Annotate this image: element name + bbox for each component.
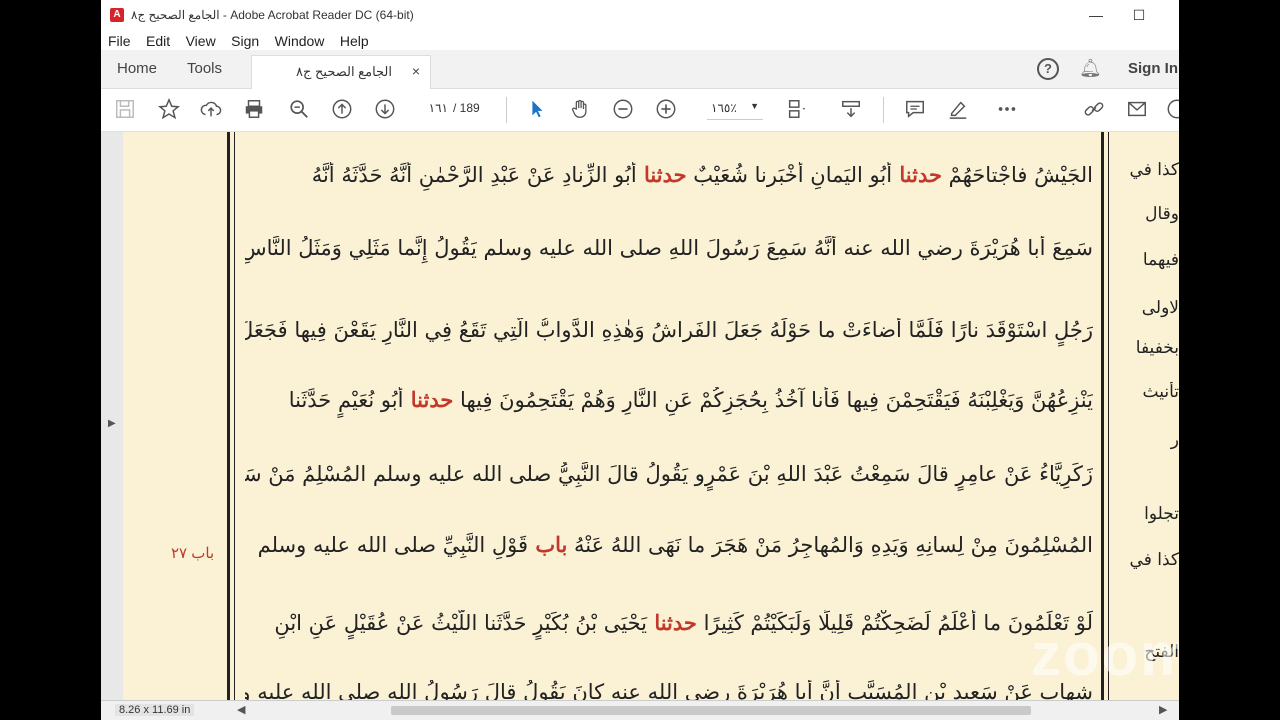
close-tab-icon[interactable]: × [412,63,420,79]
acrobat-icon: A [110,8,124,22]
zoom-in-icon[interactable] [654,98,678,122]
text-line: شِهابٍ عَنْ سَعِيدِ بْنِ المُسَيَّبِ أَن… [245,680,1093,700]
minimize-button[interactable]: — [1086,6,1106,24]
page-border [1101,132,1104,700]
scroll-left-icon[interactable]: ◀ [237,703,245,716]
text-line: المُسْلِمُونَ مِنْ لِسانِهِ وَيَدِهِ وَا… [245,532,1093,568]
text-segment: يَنْزِعُهُنَّ وَيَغْلِبْنَهُ فَيَقْتَحِم… [288,387,1093,412]
scroll-right-icon[interactable]: ▶ [1159,703,1167,716]
text-line: زَكَرِيَّاءُ عَنْ عامِرٍ قالَ سَمِعْتُ ع… [245,462,1093,498]
hand-tool-icon[interactable] [568,98,592,122]
tab-bar: Home Tools الجامع الصحيح ج٨ × ? 🔔︎ Sign … [101,50,1179,90]
page-number-input[interactable]: ١٦١ [418,101,448,119]
margin-note: باب ٢٧ [171,545,215,562]
email-icon[interactable] [1125,98,1149,122]
maximize-button[interactable]: ☐ [1129,6,1149,24]
print-icon[interactable] [242,98,266,122]
text-line: رَجُلٍ اسْتَوْقَدَ نارًا فَلَمَّا أَضاءَ… [245,318,1093,354]
save-icon[interactable] [113,98,137,122]
menu-view[interactable]: View [186,30,216,52]
tab-tools[interactable]: Tools [187,60,222,77]
more-tools-icon[interactable] [995,98,1019,122]
toolbar-divider [506,97,507,123]
text-line: لَوْ تَعْلَمُونَ ما أَعْلَمُ لَضَحِكْتُم… [245,610,1093,646]
rubric-word: حدثنا [636,162,687,187]
toolbar-divider [883,97,884,123]
upload-cloud-icon[interactable] [199,98,223,122]
page-total: / 189 [453,101,480,115]
document-tab-label: الجامع الصحيح ج٨ [296,64,392,79]
rubric-word: حدثنا [403,387,454,412]
page-border [227,132,230,700]
share-link-icon[interactable] [1082,98,1106,122]
menu-bar: File Edit View Sign Window Help [101,30,1179,50]
text-line: يَنْزِعُهُنَّ وَيَغْلِبْنَهُ فَيَقْتَحِم… [245,387,1093,423]
scroll-mode-icon[interactable] [839,98,863,122]
side-column-line: لاولى [1141,298,1179,318]
text-segment: سَمِعَ أَبا هُرَيْرَةَ رضي الله عنه أَنَ… [245,236,1093,260]
window-title: الجامع الصحيح ج٨ - Adobe Acrobat Reader … [131,8,414,22]
horizontal-scrollbar[interactable] [391,706,1031,715]
zoom-watermark: zoom [1031,621,1179,688]
chevron-right-icon: ▶ [108,418,116,429]
side-column-line: تجلوا [1144,504,1179,524]
side-column-line: تأنيث [1142,382,1179,402]
page-size-label: 8.26 x 11.69 in [115,704,195,716]
page-border [1108,132,1109,700]
select-cursor-icon[interactable] [525,98,549,122]
tab-document[interactable]: الجامع الصحيح ج٨ × [251,55,431,90]
text-segment: لَوْ تَعْلَمُونَ ما أَعْلَمُ لَضَحِكْتُم… [274,610,1093,635]
toolbar: ١٦١ / 189 ١٦٥٪ ▼ [101,89,1179,132]
zoom-search-icon[interactable] [287,98,311,122]
left-panel-toggle[interactable]: ▶ [101,132,123,700]
menu-sign[interactable]: Sign [231,30,259,52]
menu-help[interactable]: Help [340,30,369,52]
next-page-icon[interactable] [373,98,397,122]
account-icon[interactable] [1165,98,1179,122]
side-column-line: كذا في [1129,550,1179,570]
side-column-line: كذا في [1129,160,1179,180]
menu-file[interactable]: File [108,30,131,52]
help-icon[interactable]: ? [1037,58,1059,80]
text-segment: رَجُلٍ اسْتَوْقَدَ نارًا فَلَمَّا أَضاءَ… [245,318,1093,342]
comment-icon[interactable] [903,98,927,122]
previous-page-icon[interactable] [330,98,354,122]
document-view[interactable]: ▶ باب ٢٧ الجَيْشُ فاجْتاحَهُمْ حدثنا أَب… [101,132,1179,700]
text-segment: الجَيْشُ فاجْتاحَهُمْ حدثنا أَبُو اليَما… [311,162,1093,187]
chevron-down-icon: ▼ [750,101,759,111]
side-column-line: فيهما [1142,250,1179,270]
pdf-page: باب ٢٧ الجَيْشُ فاجْتاحَهُمْ حدثنا أَبُو… [123,132,1179,700]
title-bar: A الجامع الصحيح ج٨ - Adobe Acrobat Reade… [101,0,1179,30]
page-border [234,132,235,700]
sign-in-button[interactable]: Sign In [1128,60,1178,77]
rubric-word: حدثنا [647,610,697,635]
page-display-icon[interactable] [785,98,809,122]
rubric-word: حدثنا [892,162,942,187]
text-segment: زَكَرِيَّاءُ عَنْ عامِرٍ قالَ سَمِعْتُ ع… [245,462,1093,486]
zoom-level-value: ١٦٥٪ [711,101,737,115]
acrobat-window: A الجامع الصحيح ج٨ - Adobe Acrobat Reade… [101,0,1179,720]
bell-icon[interactable]: 🔔︎ [1079,58,1102,79]
zoom-level-select[interactable]: ١٦٥٪ ▼ [707,101,763,120]
text-line: سَمِعَ أَبا هُرَيْرَةَ رضي الله عنه أَنَ… [245,236,1093,272]
text-segment: شِهابٍ عَنْ سَعِيدِ بْنِ المُسَيَّبِ أَن… [245,680,1093,700]
side-column-line: ر [1170,430,1179,450]
menu-edit[interactable]: Edit [146,30,170,52]
highlight-pen-icon[interactable] [946,98,970,122]
star-icon[interactable] [157,97,181,122]
status-bar: 8.26 x 11.69 in ◀ ▶ [101,700,1179,720]
side-column-line: بخفيفا [1135,338,1179,358]
tab-home[interactable]: Home [117,60,157,77]
side-column-line: وقال [1145,204,1179,224]
menu-window[interactable]: Window [275,30,325,52]
text-line: الجَيْشُ فاجْتاحَهُمْ حدثنا أَبُو اليَما… [245,162,1093,198]
text-segment: المُسْلِمُونَ مِنْ لِسانِهِ وَيَدِهِ وَا… [257,532,1093,557]
zoom-out-icon[interactable] [611,98,635,122]
rubric-word: باب [528,532,568,557]
